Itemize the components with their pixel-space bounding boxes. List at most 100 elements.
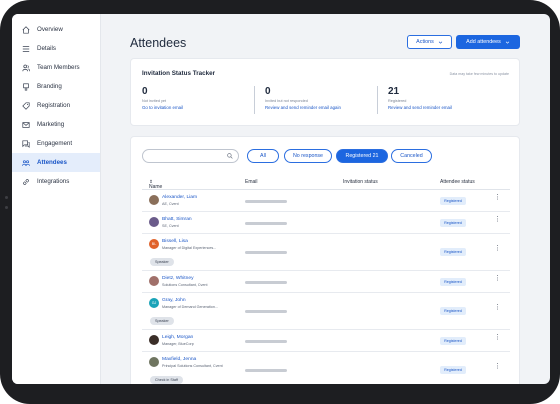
role-tag: Speaker <box>150 317 174 325</box>
table-row[interactable]: Bhatt, Simran SE, Cvent Registered ⋮ <box>142 212 510 234</box>
sidebar-item-label: Integrations <box>37 178 70 185</box>
attendee-name-link[interactable]: Gray, John <box>162 298 186 303</box>
sidebar-item-label: Team Members <box>37 64 80 71</box>
more-options-icon[interactable]: ⋮ <box>494 194 501 201</box>
avatar <box>149 335 159 345</box>
sidebar-item-engagement[interactable]: Engagement <box>12 134 100 153</box>
attendee-title: Manager of Demand Generation... <box>162 305 218 309</box>
filter-no-response[interactable]: No response <box>284 149 332 163</box>
stat-invited-not-responded: 0 Invited but not responded Review and s… <box>265 86 341 110</box>
filter-all[interactable]: All <box>247 149 279 163</box>
table-row[interactable]: Dietz, Whitney Solutions Consultant, Cve… <box>142 271 510 293</box>
more-options-icon[interactable]: ⋮ <box>494 216 501 223</box>
avatar <box>149 276 159 286</box>
sidebar-item-details[interactable]: Details <box>12 39 100 58</box>
sidebar-item-integrations[interactable]: Integrations <box>12 172 100 191</box>
sidebar-item-branding[interactable]: Branding <box>12 77 100 96</box>
table-row[interactable]: Alexander, Liam AE, Cvent Registered ⋮ <box>142 190 510 212</box>
column-invitation-status: Invitation status <box>343 179 378 185</box>
sidebar-item-label: Engagement <box>37 140 73 147</box>
filter-label: All <box>260 153 266 159</box>
mail-icon <box>22 121 30 128</box>
actions-button-label: Actions <box>416 39 434 45</box>
sidebar-item-label: Overview <box>37 26 63 33</box>
attendee-name-link[interactable]: Alexander, Liam <box>162 195 197 200</box>
search-icon <box>227 153 233 159</box>
email-value <box>245 369 287 372</box>
stat-label: Invited but not responded <box>265 99 308 103</box>
attendee-name-link[interactable]: Leigh, Morgan <box>162 335 193 340</box>
more-options-icon[interactable]: ⋮ <box>494 304 501 311</box>
attendee-title: AE, Cvent <box>162 202 179 206</box>
sidebar-item-team-members[interactable]: Team Members <box>12 58 100 77</box>
camera-dot <box>5 196 8 199</box>
stat-label: Not invited yet <box>142 99 167 103</box>
stat-value: 0 <box>265 86 271 97</box>
email-value <box>245 281 287 284</box>
table-row[interactable]: Maxfield, Jenna Principal Solutions Cons… <box>142 352 510 384</box>
table-row[interactable]: GJ Gray, John Manager of Demand Generati… <box>142 293 510 330</box>
review-send-reminder-link[interactable]: Review and send reminder email <box>388 105 452 110</box>
review-send-again-link[interactable]: Review and send reminder email again <box>265 105 341 110</box>
more-options-icon[interactable]: ⋮ <box>494 275 501 282</box>
sidebar-item-attendees[interactable]: Attendees <box>12 153 100 172</box>
sidebar-item-registration[interactable]: Registration <box>12 96 100 115</box>
status-badge: Registered <box>440 278 466 286</box>
attendee-title: SE, Cvent <box>162 224 179 228</box>
camera-dot <box>5 206 8 209</box>
sidebar-item-label: Branding <box>37 83 62 90</box>
column-email: Email <box>245 179 258 185</box>
attendee-list-card: All No response Registered 21 Canceled N… <box>130 136 520 384</box>
status-badge: Registered <box>440 337 466 345</box>
column-name[interactable]: Name ⇕ <box>149 179 162 190</box>
sidebar-item-label: Registration <box>37 102 71 109</box>
sidebar: Overview Details Team Members Branding R… <box>12 14 101 384</box>
team-icon <box>22 64 30 71</box>
status-badge: Registered <box>440 366 466 374</box>
role-tag: Check in Staff <box>150 376 183 384</box>
more-options-icon[interactable]: ⋮ <box>494 245 501 252</box>
attendees-icon <box>22 159 30 166</box>
stat-not-invited: 0 Not invited yet Go to invitation email <box>142 86 183 110</box>
chat-icon <box>22 139 30 148</box>
device-frame: Overview Details Team Members Branding R… <box>0 0 560 404</box>
stat-value: 0 <box>142 86 148 97</box>
attendee-name-link[interactable]: Dietz, Whitney <box>162 276 194 281</box>
avatar: GJ <box>149 298 159 308</box>
attendee-title: Solutions Consultant, Cvent <box>162 283 208 287</box>
sidebar-item-overview[interactable]: Overview <box>12 20 100 39</box>
home-icon <box>22 25 30 34</box>
divider <box>254 86 255 114</box>
attendee-title: Principal Solutions Consultant, Cvent <box>162 364 223 368</box>
avatar <box>149 357 159 367</box>
avatar <box>149 195 159 205</box>
attendee-name-link[interactable]: Bissell, Lisa <box>162 239 188 244</box>
invitation-status-tracker: Invitation Status Tracker Data may take … <box>130 58 520 126</box>
role-tag: Speaker <box>150 258 174 266</box>
attendee-title: Manager of Digital Experiences... <box>162 246 217 250</box>
status-badge: Registered <box>440 197 466 205</box>
attendee-name-link[interactable]: Bhatt, Simran <box>162 217 192 222</box>
list-icon <box>22 45 30 52</box>
column-attendee-status: Attendee status <box>440 179 475 185</box>
stat-label: Registered <box>388 99 407 103</box>
go-to-invitation-link[interactable]: Go to invitation email <box>142 105 183 110</box>
search-input[interactable] <box>142 149 239 163</box>
add-attendees-button[interactable]: Add attendees <box>456 35 520 49</box>
filter-label: Canceled <box>400 153 423 159</box>
more-options-icon[interactable]: ⋮ <box>494 334 501 341</box>
chevron-down-icon <box>438 41 443 44</box>
filter-label: No response <box>292 153 324 159</box>
status-badge: Registered <box>440 219 466 227</box>
email-value <box>245 251 287 254</box>
filter-registered[interactable]: Registered 21 <box>336 149 388 163</box>
filter-canceled[interactable]: Canceled <box>391 149 432 163</box>
actions-button[interactable]: Actions <box>407 35 452 49</box>
stat-registered: 21 Registered Review and send reminder e… <box>388 86 452 110</box>
stat-value: 21 <box>388 86 400 97</box>
more-options-icon[interactable]: ⋮ <box>494 363 501 370</box>
table-row[interactable]: BL Bissell, Lisa Manager of Digital Expe… <box>142 234 510 271</box>
table-row[interactable]: Leigh, Morgan Manager, BlueCorp Register… <box>142 330 510 352</box>
sidebar-item-marketing[interactable]: Marketing <box>12 115 100 134</box>
attendee-name-link[interactable]: Maxfield, Jenna <box>162 357 196 362</box>
